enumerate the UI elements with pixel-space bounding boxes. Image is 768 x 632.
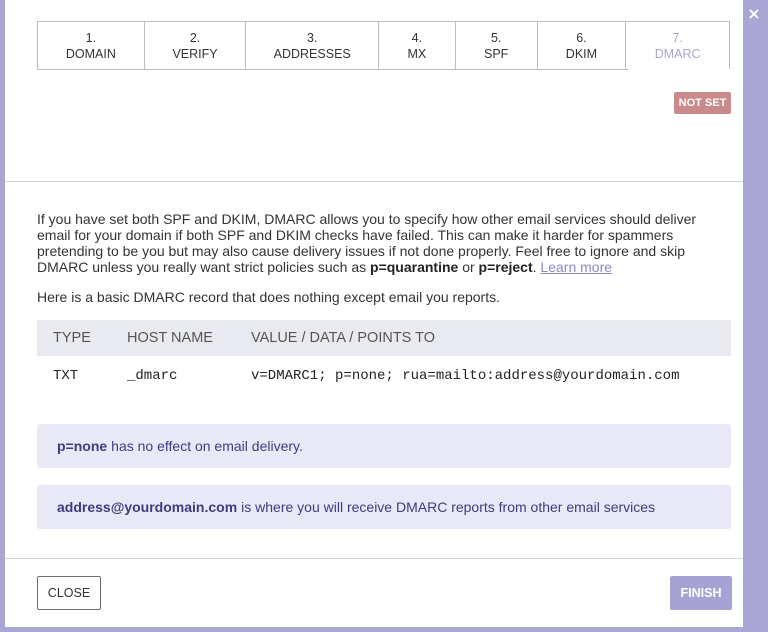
- dmarc-intro-text: If you have set both SPF and DKIM, DMARC…: [37, 211, 697, 275]
- table-row: TXT _dmarc v=DMARC1; p=none; rua=mailto:…: [37, 360, 731, 392]
- learn-more-link[interactable]: Learn more: [540, 259, 612, 275]
- note-p-none: p=none has no effect on email delivery.: [37, 424, 731, 468]
- wizard-steps: 1. DOMAIN 2. VERIFY 3. ADDRESSES 4. MX 5…: [37, 21, 730, 70]
- close-icon[interactable]: ×: [745, 5, 763, 23]
- header-host-name: HOST NAME: [127, 330, 213, 346]
- footer-divider: [5, 558, 743, 559]
- header-type: TYPE: [53, 330, 91, 346]
- record-value: v=DMARC1; p=none; rua=mailto:address@you…: [251, 368, 680, 384]
- dmarc-setup-modal: 1. DOMAIN 2. VERIFY 3. ADDRESSES 4. MX 5…: [5, 0, 743, 627]
- step-mx[interactable]: 4. MX: [379, 22, 456, 69]
- header-divider: [5, 181, 743, 182]
- table-header: TYPE HOST NAME VALUE / DATA / POINTS TO: [37, 320, 731, 356]
- step-verify[interactable]: 2. VERIFY: [145, 22, 247, 69]
- record-host: _dmarc: [127, 368, 178, 384]
- close-button[interactable]: CLOSE: [37, 576, 101, 610]
- step-dmarc[interactable]: 7. DMARC: [626, 22, 729, 69]
- record-type: TXT: [53, 368, 79, 384]
- step-dkim[interactable]: 6. DKIM: [538, 22, 627, 69]
- status-badge: NOT SET: [674, 92, 731, 114]
- step-domain[interactable]: 1. DOMAIN: [38, 22, 145, 69]
- finish-button[interactable]: FINISH: [670, 576, 732, 610]
- step-addresses[interactable]: 3. ADDRESSES: [246, 22, 379, 69]
- header-value: VALUE / DATA / POINTS TO: [251, 330, 435, 346]
- note-report-address: address@yourdomain.com is where you will …: [37, 485, 731, 529]
- basic-record-text: Here is a basic DMARC record that does n…: [37, 289, 500, 305]
- step-spf[interactable]: 5. SPF: [456, 22, 538, 69]
